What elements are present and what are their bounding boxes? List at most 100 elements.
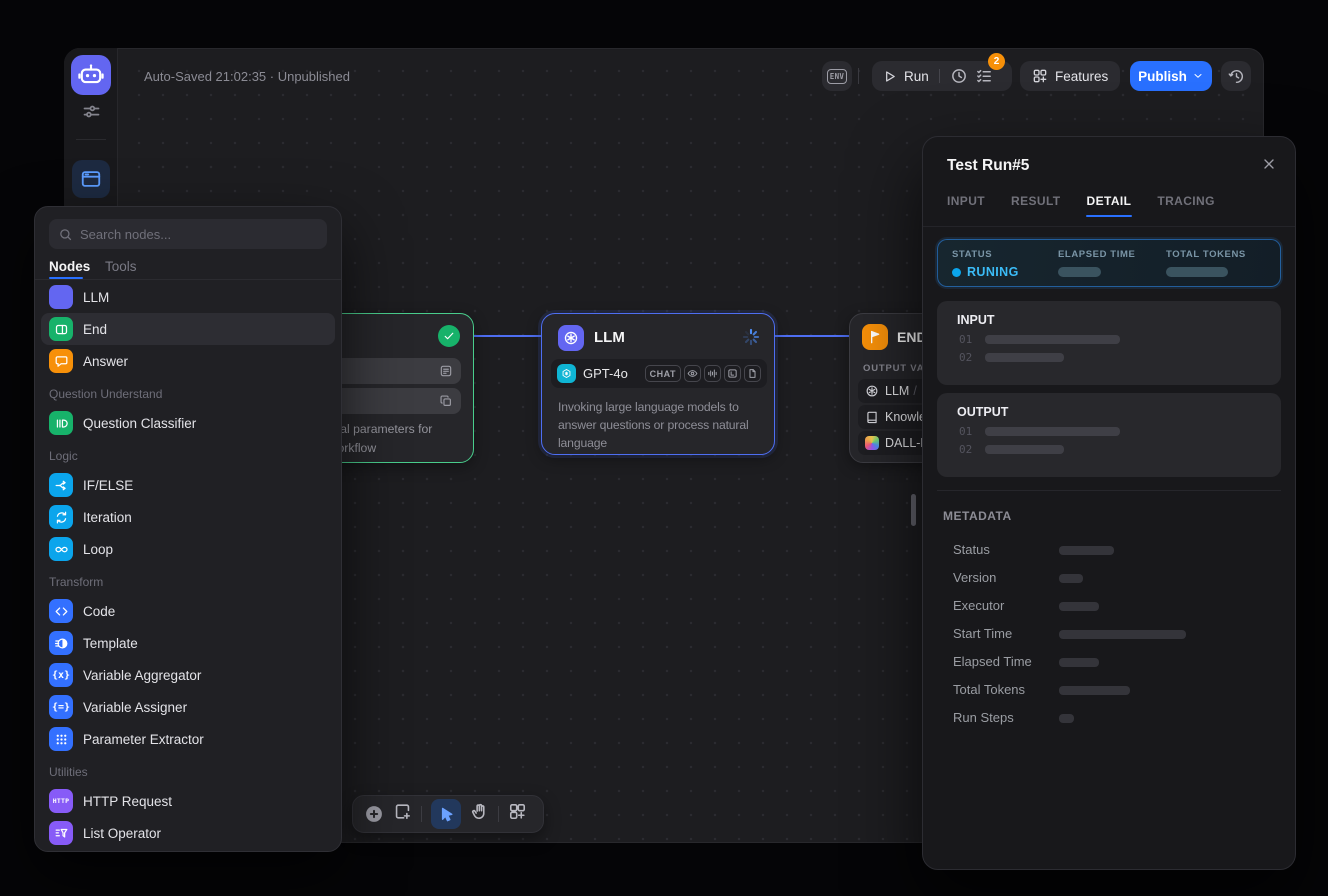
listop-icon [49, 821, 73, 845]
version-history-button[interactable] [1221, 61, 1251, 91]
canvas-scrollbar[interactable] [911, 494, 916, 526]
tab-nodes[interactable]: Nodes [49, 259, 90, 274]
run-group-divider [939, 69, 940, 83]
loading-spinner-icon [741, 327, 761, 347]
picker-item-label: List Operator [83, 826, 161, 841]
search-placeholder: Search nodes... [80, 227, 171, 242]
skeleton-bar [1059, 686, 1130, 695]
picker-item-question-classifier[interactable]: Question Classifier [41, 407, 335, 439]
notification-badge: 2 [988, 53, 1005, 70]
picker-item-iteration[interactable]: Iteration [41, 501, 335, 533]
search-input[interactable]: Search nodes... [49, 219, 327, 249]
metadata-rows: StatusVersionExecutorStart TimeElapsed T… [923, 535, 1295, 731]
env-icon: ENV [827, 69, 847, 84]
picker-item-http-request[interactable]: HTTPHTTP Request [41, 785, 335, 817]
window-icon [80, 168, 102, 190]
document-capability-icon [744, 365, 761, 382]
input-card: INPUT0102 [937, 301, 1281, 385]
metadata-row-version: Version [923, 563, 1295, 591]
metadata-row-run-steps: Run Steps [923, 703, 1295, 731]
toolbar-divider [498, 806, 499, 822]
skeleton-bar [1059, 574, 1083, 583]
run-tab-detail[interactable]: DETAIL [1087, 194, 1132, 222]
answer-icon [49, 349, 73, 373]
picker-item-label: Answer [83, 354, 128, 369]
workflow-settings-button[interactable] [81, 101, 102, 122]
picker-item-llm[interactable]: LLM [41, 281, 335, 313]
toolbar-divider [421, 806, 422, 822]
topbar-divider [858, 68, 859, 84]
run-tab-result[interactable]: RESULT [1011, 194, 1061, 222]
model-name: GPT-4o [583, 366, 628, 381]
audio-capability-icon [704, 365, 721, 382]
skeleton-bar [1166, 267, 1228, 277]
preview-panel-button[interactable] [72, 160, 110, 198]
tab-tools[interactable]: Tools [105, 259, 137, 274]
picker-item-if-else[interactable]: IF/ELSE [41, 469, 335, 501]
picker-item-template[interactable]: Template [41, 627, 335, 659]
picker-item-code[interactable]: Code [41, 595, 335, 627]
sidebar-divider [76, 139, 106, 140]
chat-mode-badge: CHAT [645, 365, 681, 382]
add-note-button[interactable] [393, 802, 412, 826]
cursor-icon [438, 806, 455, 823]
model-selector[interactable]: GPT-4o CHAT [551, 359, 767, 388]
picker-item-end[interactable]: End [41, 313, 335, 345]
llm-icon [49, 285, 73, 309]
run-tab-input[interactable]: INPUT [947, 194, 985, 222]
copy-icon [439, 394, 453, 408]
loop-icon [49, 537, 73, 561]
env-variables-button[interactable]: ENV [822, 61, 852, 91]
run-tab-tracing[interactable]: TRACING [1157, 194, 1214, 222]
picker-item-label: Question Classifier [83, 416, 196, 431]
run-history-icon[interactable] [950, 67, 968, 85]
picker-group-header: Question Understand [35, 377, 341, 407]
metadata-row-executor: Executor [923, 591, 1295, 619]
skeleton-bar [1059, 630, 1186, 639]
picker-item-parameter-extractor[interactable]: Parameter Extractor [41, 723, 335, 755]
param-icon [49, 727, 73, 751]
vision-capability-icon [684, 365, 701, 382]
search-icon [58, 227, 73, 242]
llm-node[interactable]: LLM GPT-4o CHAT Invoking large language … [541, 313, 775, 455]
features-button[interactable]: Features [1020, 61, 1120, 91]
history-icon [1228, 68, 1245, 85]
add-node-button[interactable] [364, 804, 384, 824]
organize-nodes-button[interactable] [508, 802, 527, 826]
picker-item-answer[interactable]: Answer [41, 345, 335, 377]
skeleton-bar [1059, 658, 1099, 667]
autosave-status: Auto-Saved 21:02:35 · Unpublished [144, 69, 350, 84]
tabs-divider [923, 226, 1295, 227]
run-button[interactable]: Run [904, 69, 929, 84]
picker-item-variable-aggregator[interactable]: {x}Variable Aggregator [41, 659, 335, 691]
picker-group-header: Utilities [35, 755, 341, 785]
line-number: 02 [959, 443, 972, 456]
variable-node-name: LLM [885, 384, 909, 398]
picker-item-label: Template [83, 636, 138, 651]
picker-item-variable-assigner[interactable]: {=}Variable Assigner [41, 691, 335, 723]
picker-item-label: End [83, 322, 107, 337]
run-panel-tabs: INPUT RESULT DETAIL TRACING [947, 194, 1215, 222]
publish-button[interactable]: Publish [1130, 61, 1212, 91]
test-run-panel: Test Run#5 INPUTRESULTDETAILTRACING STAT… [922, 136, 1296, 870]
skeleton-bar [1059, 546, 1114, 555]
node-picker-panel: Search nodes... Nodes Tools LLM End Answer… [34, 206, 342, 852]
checklist-icon[interactable] [975, 67, 993, 85]
picker-item-label: Variable Aggregator [83, 668, 201, 683]
app-logo-button[interactable] [71, 55, 111, 95]
chevron-down-icon [1192, 70, 1204, 82]
metadata-divider [937, 490, 1281, 491]
picker-item-loop[interactable]: Loop [41, 533, 335, 565]
picker-item-list-operator[interactable]: List Operator [41, 817, 335, 849]
vareq-icon: {=} [49, 695, 73, 719]
model-capability-badges: CHAT [645, 365, 761, 382]
tool-capability-icon [724, 365, 741, 382]
status-dot-icon [952, 268, 961, 277]
picker-item-label: IF/ELSE [83, 478, 133, 493]
picker-divider [35, 279, 341, 280]
node-success-icon [438, 325, 460, 347]
close-icon[interactable] [1261, 156, 1277, 172]
pointer-mode-button[interactable] [431, 799, 461, 829]
picker-item-label: Code [83, 604, 115, 619]
hand-mode-button[interactable] [470, 802, 489, 826]
